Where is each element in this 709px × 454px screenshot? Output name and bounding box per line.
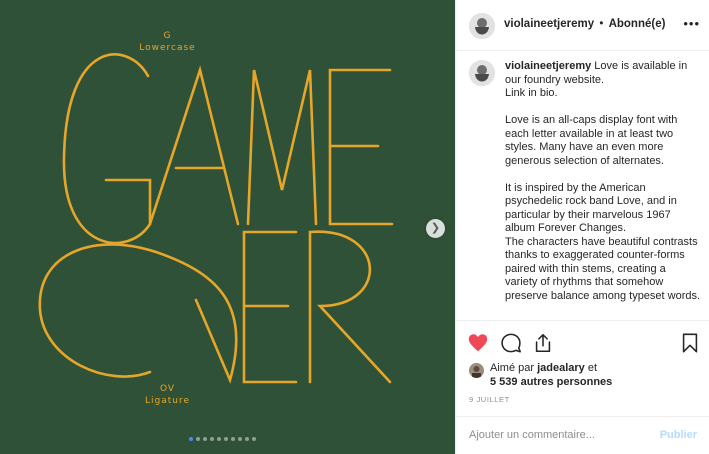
carousel-dot xyxy=(252,437,256,441)
carousel-dot xyxy=(210,437,214,441)
carousel-dot xyxy=(224,437,228,441)
letter-g xyxy=(62,53,152,245)
comment-input[interactable]: Ajouter un commentaire... xyxy=(469,429,595,441)
post-sidebar: violaineetjeremy • Abonné(e) ••• violain… xyxy=(455,0,709,454)
share-icon[interactable] xyxy=(532,332,554,354)
caption-paragraph-3: It is inspired by the American psychedel… xyxy=(505,181,677,235)
avatar-illustration xyxy=(469,13,495,39)
likes-prefix: Aimé par xyxy=(490,362,535,374)
likes-conjunction: et xyxy=(587,362,598,374)
chevron-right-icon: ❯ xyxy=(430,222,441,234)
letter-r xyxy=(308,230,392,384)
carousel-next-button[interactable]: ❯ xyxy=(426,219,445,238)
caption-lowercase: G Lowercase xyxy=(135,30,200,54)
letter-m xyxy=(246,69,318,226)
carousel-dot xyxy=(217,437,221,441)
follow-status-button[interactable]: Abonné(e) xyxy=(609,18,666,30)
avatar-illustration xyxy=(469,60,495,86)
ellipsis-icon[interactable]: ••• xyxy=(683,16,700,31)
carousel-dot xyxy=(189,437,193,441)
likes-user-link[interactable]: jadealary xyxy=(537,362,585,374)
header-username[interactable]: violaineetjeremy xyxy=(504,18,594,30)
post-date[interactable]: 9 JUILLET xyxy=(469,395,510,404)
game-over-artwork xyxy=(38,53,394,384)
ligature-ov xyxy=(38,243,238,384)
comment-box: Ajouter un commentaire... Publier xyxy=(456,416,709,454)
caption-bottom-letters: OV xyxy=(159,384,176,394)
likes-others-link[interactable]: 5 539 autres personnes xyxy=(490,376,612,388)
post-header: violaineetjeremy • Abonné(e) ••• xyxy=(456,0,709,51)
carousel-dot xyxy=(231,437,235,441)
caption-ligature: OV Ligature xyxy=(135,383,200,407)
caption-username[interactable]: violaineetjeremy xyxy=(505,60,591,72)
carousel-dot xyxy=(203,437,207,441)
liker-avatar-illustration xyxy=(469,363,484,378)
post-media[interactable]: G Lowercase OV Ligature ❯ xyxy=(0,0,455,454)
post-comment-button[interactable]: Publier xyxy=(660,429,697,441)
carousel-indicator xyxy=(189,437,256,443)
avatar[interactable] xyxy=(469,13,495,39)
action-bar xyxy=(456,330,709,360)
carousel-dot xyxy=(238,437,242,441)
caption-text: violaineetjeremy Love is available in ou… xyxy=(505,60,701,303)
post-caption: violaineetjeremy Love is available in ou… xyxy=(456,51,709,321)
header-separator: • xyxy=(599,18,604,30)
caption-avatar[interactable] xyxy=(469,60,495,86)
liker-avatar[interactable] xyxy=(469,363,484,378)
caption-intro: violaineetjeremy Love is available in ou… xyxy=(505,60,701,87)
comment-icon[interactable] xyxy=(500,332,522,354)
caption-paragraph-4: The characters have beautiful contrasts … xyxy=(505,235,701,302)
likes-text: Aimé par jadealary et 5 539 autres perso… xyxy=(490,361,700,389)
bookmark-icon[interactable] xyxy=(679,332,701,354)
caption-top-label: Lowercase xyxy=(139,43,196,53)
carousel-dot xyxy=(196,437,200,441)
caption-top-letter: G xyxy=(163,31,172,41)
letter-a xyxy=(148,65,240,226)
caption-paragraph-2: Love is an all-caps display font with ea… xyxy=(505,114,678,167)
instagram-post-window: G Lowercase OV Ligature ❯ violaineetjere… xyxy=(0,0,709,454)
caption-bottom-label: Ligature xyxy=(144,396,190,406)
header-text: violaineetjeremy • Abonné(e) xyxy=(504,18,665,30)
carousel-dot xyxy=(245,437,249,441)
heart-icon[interactable] xyxy=(467,332,489,354)
caption-link-line: Link in bio. xyxy=(505,87,558,99)
